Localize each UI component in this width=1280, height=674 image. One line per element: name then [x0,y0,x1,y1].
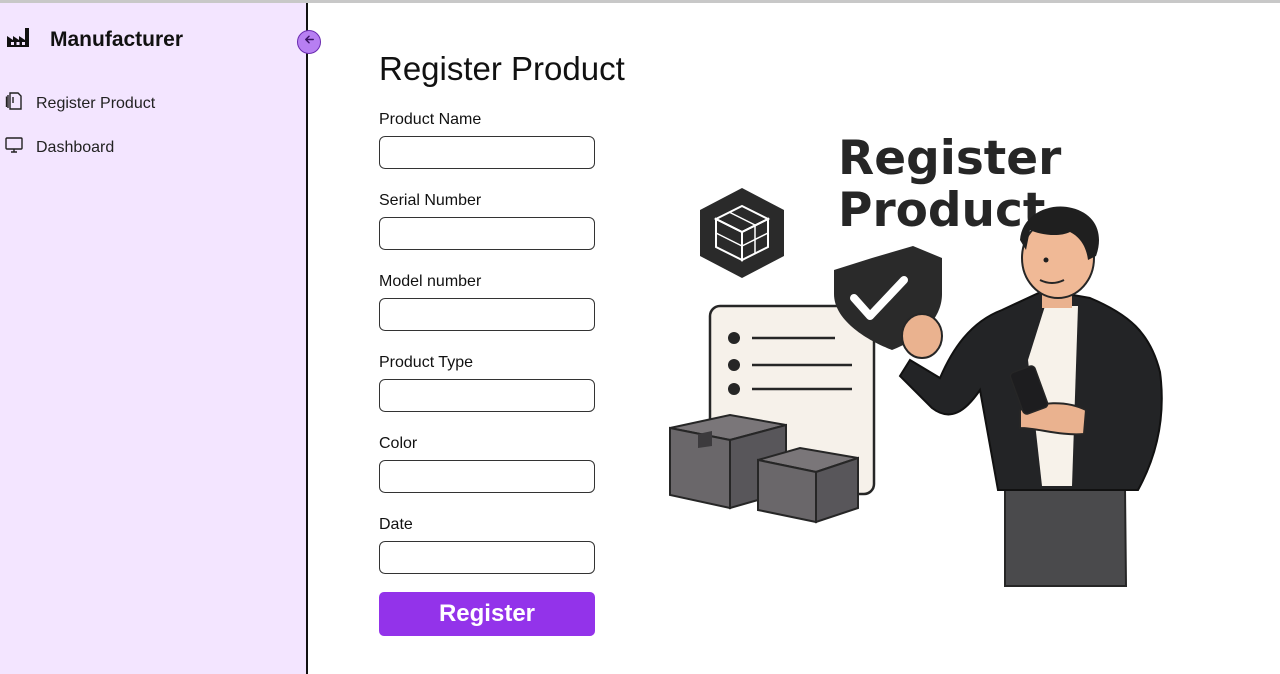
sidebar-item-label: Register Product [36,94,156,112]
color-input[interactable] [379,460,595,493]
illustration-title-line1: Register [838,131,1062,186]
illustration-title-line2: Product [838,183,1045,238]
register-product-illustration: Register Product [660,110,1180,590]
sidebar: Manufacturer Register Product Dashboard [0,3,308,674]
model-number-input[interactable] [379,298,595,331]
model-number-label: Model number [379,273,482,290]
date-label: Date [379,516,413,533]
date-input[interactable] [379,541,595,574]
factory-icon [6,25,30,54]
serial-number-label: Serial Number [379,192,482,209]
sidebar-item-register-product[interactable]: Register Product [4,91,155,116]
collapse-sidebar-button[interactable] [297,30,321,54]
app-title: Manufacturer [50,27,184,51]
sidebar-brand: Manufacturer [6,25,183,54]
sidebar-item-label: Dashboard [36,138,115,156]
page-title: Register Product [379,50,625,87]
product-name-label: Product Name [379,111,482,128]
register-button[interactable]: Register [379,592,595,636]
product-name-input[interactable] [379,136,595,169]
monitor-icon [4,135,24,160]
sidebar-item-dashboard[interactable]: Dashboard [4,135,114,160]
serial-number-input[interactable] [379,217,595,250]
product-type-label: Product Type [379,354,473,371]
arrow-left-icon [303,33,316,51]
color-label: Color [379,435,418,452]
document-icon [4,91,24,116]
product-type-input[interactable] [379,379,595,412]
package-hexagon-icon [700,188,784,278]
